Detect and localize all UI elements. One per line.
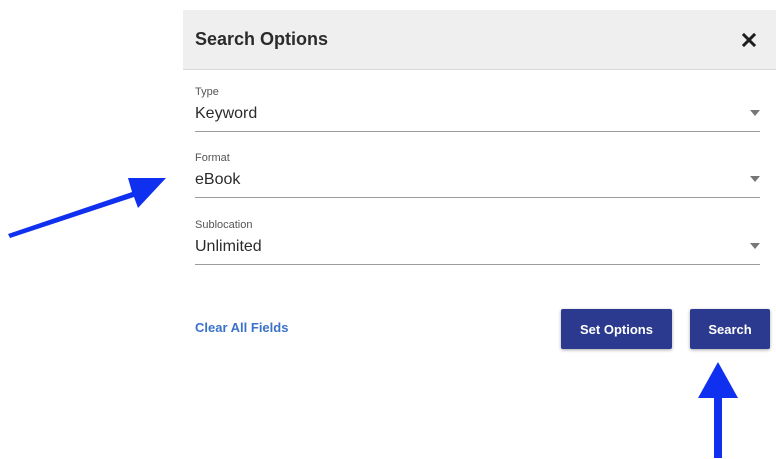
format-select[interactable]: Format eBook <box>195 152 760 198</box>
caret-down-icon <box>750 110 760 116</box>
set-options-button[interactable]: Set Options <box>561 309 672 349</box>
sublocation-label: Sublocation <box>195 219 253 231</box>
dialog-header: Search Options <box>183 10 776 70</box>
close-icon <box>741 32 757 48</box>
dialog-title: Search Options <box>195 29 329 49</box>
sublocation-value: Unlimited <box>195 238 262 255</box>
format-label: Format <box>195 152 230 164</box>
caret-down-icon <box>750 243 760 249</box>
format-value: eBook <box>195 171 241 188</box>
arrow-icon <box>0 170 170 242</box>
type-select[interactable]: Type Keyword <box>195 86 760 132</box>
clear-all-fields-link[interactable]: Clear All Fields <box>195 320 288 336</box>
search-options-dialog: Search Options Type Keyword Format eBook… <box>183 10 776 459</box>
search-button[interactable]: Search <box>690 309 770 349</box>
type-label: Type <box>195 86 219 98</box>
sublocation-select[interactable]: Sublocation Unlimited <box>195 219 760 265</box>
caret-down-icon <box>750 176 760 182</box>
close-button[interactable] <box>735 26 763 54</box>
type-value: Keyword <box>195 105 258 122</box>
